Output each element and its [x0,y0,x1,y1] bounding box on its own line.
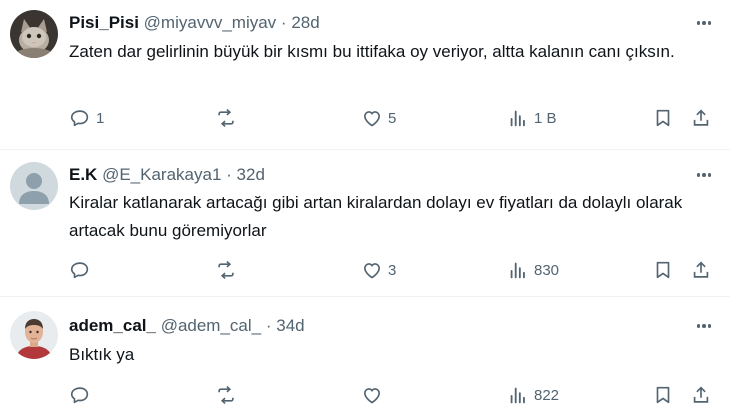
views-chart-icon [507,259,529,281]
heart-icon [361,107,383,129]
tweet[interactable]: adem_cal_ @adem_cal_ · 34d Bıktık ya 822 [0,297,730,420]
like-button[interactable] [361,383,388,407]
more-options-icon[interactable] [694,315,714,337]
view-count: 1 B [534,109,557,127]
tweet-actions: 3 830 [0,258,730,282]
tweet-text: Zaten dar gelirlinin büyük bir kısmı bu … [69,42,675,61]
separator-dot: · [280,13,287,32]
views-chart-icon [507,384,529,406]
display-name[interactable]: Pisi_Pisi [69,13,139,32]
views-chart-icon [507,107,529,129]
tweet-header: adem_cal_ @adem_cal_ · 34d [69,315,305,337]
display-name[interactable]: adem_cal_ [69,316,156,335]
heart-icon [361,384,383,406]
user-handle[interactable]: @E_Karakaya1 [102,165,221,184]
display-name[interactable]: E.K [69,165,97,184]
views-button[interactable]: 822 [507,383,559,407]
user-handle[interactable]: @adem_cal_ [161,316,261,335]
reply-icon [69,107,91,129]
view-count: 822 [534,386,560,404]
reply-button[interactable] [69,258,96,282]
separator-dot: · [226,165,232,184]
more-options-icon[interactable] [694,164,714,186]
views-button[interactable]: 830 [507,258,559,282]
bookmark-icon [652,259,674,281]
share-button[interactable] [690,383,712,407]
timestamp[interactable]: 28d [291,13,319,32]
bookmark-button[interactable] [652,106,674,130]
view-count: 830 [534,261,560,279]
repost-icon [215,384,237,406]
separator-dot: · [265,316,272,335]
reply-icon [69,384,91,406]
more-options-icon[interactable] [694,12,714,34]
bookmark-icon [652,107,674,129]
bookmark-button[interactable] [652,258,674,282]
reply-icon [69,259,91,281]
tweet-header: E.K @E_Karakaya1 · 32d [69,164,265,186]
share-button[interactable] [690,106,712,130]
tweet-actions: 822 [0,383,730,407]
tweet[interactable]: E.K @E_Karakaya1 · 32d Kiralar katlanara… [0,150,730,296]
share-icon [690,107,712,129]
avatar[interactable] [10,10,58,58]
timestamp[interactable]: 34d [276,316,304,335]
timestamp[interactable]: 32d [237,165,265,184]
like-count: 3 [388,261,397,279]
heart-icon [361,259,383,281]
repost-icon [215,259,237,281]
avatar[interactable] [10,162,58,210]
repost-button[interactable] [215,106,242,130]
repost-icon [215,107,237,129]
like-button[interactable]: 3 [361,258,396,282]
share-icon [690,259,712,281]
user-handle[interactable]: @miyavvv_miyav [144,13,277,32]
tweet-header: Pisi_Pisi @miyavvv_miyav · 28d [69,12,320,34]
tweet[interactable]: Pisi_Pisi @miyavvv_miyav · 28d Zaten dar… [0,0,730,150]
like-button[interactable]: 5 [361,106,396,130]
tweet-actions: 1 5 1 B [0,106,730,130]
bookmark-button[interactable] [652,383,674,407]
bookmark-icon [652,384,674,406]
share-button[interactable] [690,258,712,282]
reply-button[interactable]: 1 [69,106,104,130]
like-count: 5 [388,109,397,127]
tweet-text: Bıktık ya [69,345,135,364]
avatar[interactable] [10,311,58,359]
repost-button[interactable] [215,383,242,407]
views-button[interactable]: 1 B [507,106,557,130]
repost-button[interactable] [215,258,242,282]
tweet-text: Kiralar katlanarak artacağı gibi artan k… [69,193,683,240]
reply-count: 1 [96,109,105,127]
reply-button[interactable] [69,383,96,407]
share-icon [690,384,712,406]
